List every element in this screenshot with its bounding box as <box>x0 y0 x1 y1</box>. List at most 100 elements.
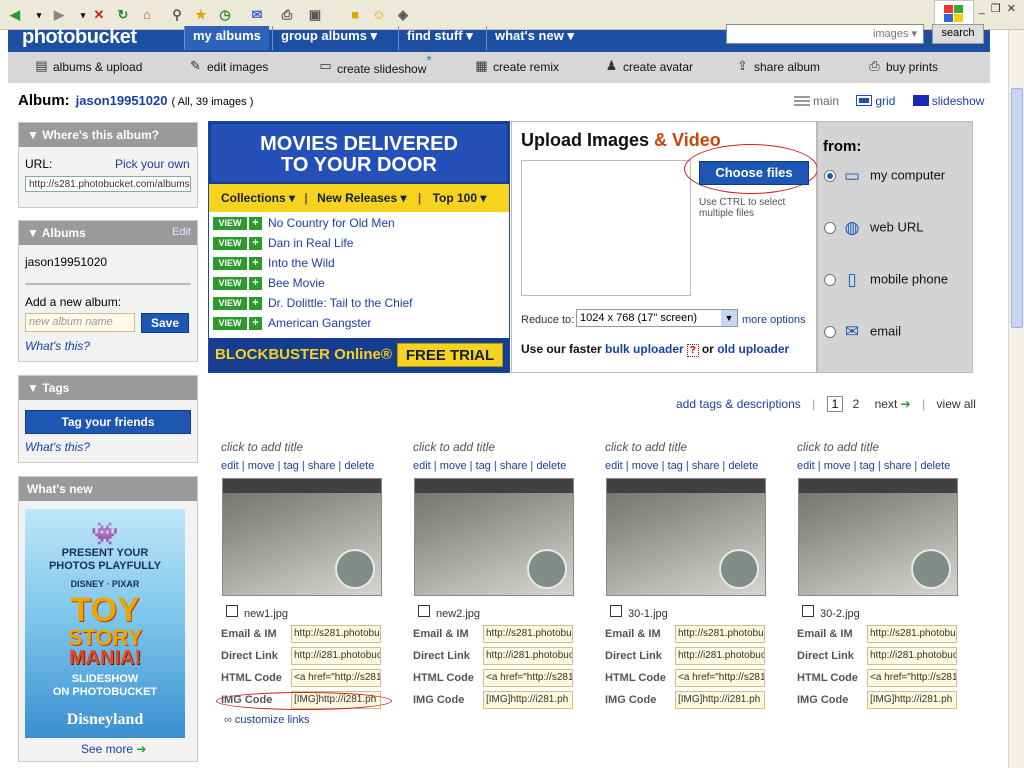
image-thumbnail[interactable] <box>414 478 574 596</box>
image-checkbox[interactable] <box>610 605 622 617</box>
file-drop-area[interactable] <box>521 160 691 296</box>
tab-albums-upload[interactable]: ▤ albums & upload <box>34 58 142 74</box>
tab-create-remix[interactable]: ▦ create remix <box>474 58 559 74</box>
save-album-button[interactable]: Save <box>141 313 189 333</box>
blockbuster-ad[interactable]: MOVIES DELIVERED TO YOUR DOOR Collection… <box>208 121 510 373</box>
email-link-field[interactable]: http://s281.photobucket <box>483 625 573 643</box>
image-thumbnail[interactable] <box>222 478 382 596</box>
source-mobile-phone[interactable]: ▯ mobile phone <box>824 270 948 290</box>
choose-files-button[interactable]: Choose files <box>699 161 809 185</box>
back-icon[interactable]: ◀ <box>6 6 24 24</box>
image-checkbox[interactable] <box>418 605 430 617</box>
image-actions[interactable]: edit | move | tag | share | delete <box>605 460 758 472</box>
vertical-scrollbar[interactable] <box>1008 30 1024 768</box>
view-main[interactable]: main <box>794 94 839 108</box>
photobucket-logo[interactable]: photobucket <box>22 26 137 49</box>
image-checkbox[interactable] <box>802 605 814 617</box>
tags-whats-this-link[interactable]: What's this? <box>25 440 90 454</box>
bulk-uploader-link[interactable]: bulk uploader <box>605 342 684 356</box>
movie-row[interactable]: VIEW + American Gangster <box>213 316 507 334</box>
radio-my-computer[interactable] <box>824 170 836 182</box>
refresh-icon[interactable]: ↻ <box>114 6 132 24</box>
reduce-size-select[interactable]: 1024 x 768 (17" screen) ▼ <box>576 309 738 327</box>
html-code-field[interactable]: <a href="http://s281 <box>675 669 765 687</box>
view-grid[interactable]: grid <box>856 94 895 108</box>
nav-whats-new[interactable]: what's new ▾ <box>486 26 582 50</box>
movie-row[interactable]: VIEW + Dr. Dolittle: Tail to the Chief <box>213 296 507 314</box>
stop-icon[interactable]: ✕ <box>90 6 108 24</box>
email-link-field[interactable]: http://s281.photobucket <box>867 625 957 643</box>
nav-find-stuff[interactable]: find stuff ▾ <box>398 26 481 50</box>
site-search-input[interactable]: images ▾ <box>726 24 924 44</box>
view-all-link[interactable]: view all <box>937 397 976 411</box>
new-album-input[interactable]: new album name <box>25 313 135 332</box>
old-uploader-link[interactable]: old uploader <box>717 342 789 356</box>
image-title[interactable]: click to add title <box>797 440 977 454</box>
tab-edit-images[interactable]: ✎ edit images <box>188 58 268 74</box>
tab-create-avatar[interactable]: ♟ create avatar <box>604 58 693 74</box>
ad-nav-top-100[interactable]: Top 100 ▾ <box>433 191 487 205</box>
favorites-icon[interactable]: ★ <box>192 6 210 24</box>
site-search-button[interactable]: search <box>932 24 984 44</box>
research-icon[interactable]: ◈ <box>394 6 412 24</box>
image-title[interactable]: click to add title <box>221 440 401 454</box>
movie-row[interactable]: VIEW + Dan in Real Life <box>213 236 507 254</box>
image-actions[interactable]: edit | move | tag | share | delete <box>221 460 374 472</box>
scrollbar-thumb[interactable] <box>1011 88 1023 328</box>
image-actions[interactable]: edit | move | tag | share | delete <box>413 460 566 472</box>
help-icon[interactable]: ? <box>686 344 699 357</box>
nav-group-albums[interactable]: group albums ▾ <box>272 26 385 50</box>
source-my-computer[interactable]: ▭ my computer <box>824 166 945 186</box>
direct-link-field[interactable]: http://i281.photobucket <box>483 647 573 665</box>
image-checkbox[interactable] <box>226 605 238 617</box>
more-options-link[interactable]: more options <box>742 314 806 326</box>
img-code-field[interactable]: [IMG]http://i281.ph <box>675 691 765 709</box>
where-album-header[interactable]: ▼ Where's this album? <box>19 123 197 147</box>
notes-icon[interactable]: ■ <box>346 6 364 24</box>
img-code-field[interactable]: [IMG]http://i281.ph <box>867 691 957 709</box>
search-icon[interactable]: ⚲ <box>168 6 186 24</box>
image-thumbnail[interactable] <box>606 478 766 596</box>
image-title[interactable]: click to add title <box>605 440 785 454</box>
chevron-down-icon[interactable]: ▼ <box>721 310 737 326</box>
direct-link-field[interactable]: http://i281.photobucket <box>675 647 765 665</box>
movie-row[interactable]: VIEW + Bee Movie <box>213 276 507 294</box>
see-more-link[interactable]: See more ➔ <box>81 742 146 756</box>
messenger-icon[interactable]: ☺ <box>370 6 388 24</box>
page-2[interactable]: 2 <box>853 397 860 411</box>
source-email[interactable]: ✉ email <box>824 322 901 342</box>
direct-link-field[interactable]: http://i281.photobucket <box>291 647 381 665</box>
image-actions[interactable]: edit | move | tag | share | delete <box>797 460 950 472</box>
tags-header[interactable]: ▼ Tags <box>19 376 197 400</box>
movie-row[interactable]: VIEW + Into the Wild <box>213 256 507 274</box>
add-tags-link[interactable]: add tags & descriptions <box>676 397 801 411</box>
ad-nav-collections[interactable]: Collections ▾ <box>221 191 295 205</box>
radio-mobile-phone[interactable] <box>824 274 836 286</box>
print-icon[interactable]: ⎙ <box>278 6 296 24</box>
album-list-item[interactable]: jason19951020 <box>25 255 107 269</box>
tag-friends-button[interactable]: Tag your friends <box>25 410 191 434</box>
forward-icon[interactable]: ▶ <box>50 6 68 24</box>
free-trial-button[interactable]: FREE TRIAL <box>397 343 503 367</box>
pick-own-url-link[interactable]: Pick your own <box>115 157 190 171</box>
image-title[interactable]: click to add title <box>413 440 593 454</box>
nav-my-albums[interactable]: my albums <box>184 26 269 50</box>
window-controls[interactable]: _ ❐ ✕ <box>979 2 1016 15</box>
email-link-field[interactable]: http://s281.photobucket <box>675 625 765 643</box>
history-icon[interactable]: ◷ <box>216 6 234 24</box>
image-thumbnail[interactable] <box>798 478 958 596</box>
radio-web-url[interactable] <box>824 222 836 234</box>
html-code-field[interactable]: <a href="http://s281 <box>867 669 957 687</box>
tab-create-slideshow[interactable]: ▭ create slideshow* <box>318 52 432 76</box>
source-web-url[interactable]: ◍ web URL <box>824 218 923 238</box>
movie-row[interactable]: VIEW + No Country for Old Men <box>213 216 507 234</box>
albums-edit-link[interactable]: Edit <box>172 226 191 238</box>
radio-email[interactable] <box>824 326 836 338</box>
next-link[interactable]: next ➔ <box>875 397 911 411</box>
album-name-link[interactable]: jason19951020 <box>76 93 168 108</box>
html-code-field[interactable]: <a href="http://s281 <box>291 669 381 687</box>
home-icon[interactable]: ⌂ <box>138 6 156 24</box>
email-link-field[interactable]: http://s281.photobucket <box>291 625 381 643</box>
tab-share-album[interactable]: ⇪ share album <box>735 58 820 74</box>
albums-header[interactable]: ▼ Albums Edit <box>19 221 197 245</box>
